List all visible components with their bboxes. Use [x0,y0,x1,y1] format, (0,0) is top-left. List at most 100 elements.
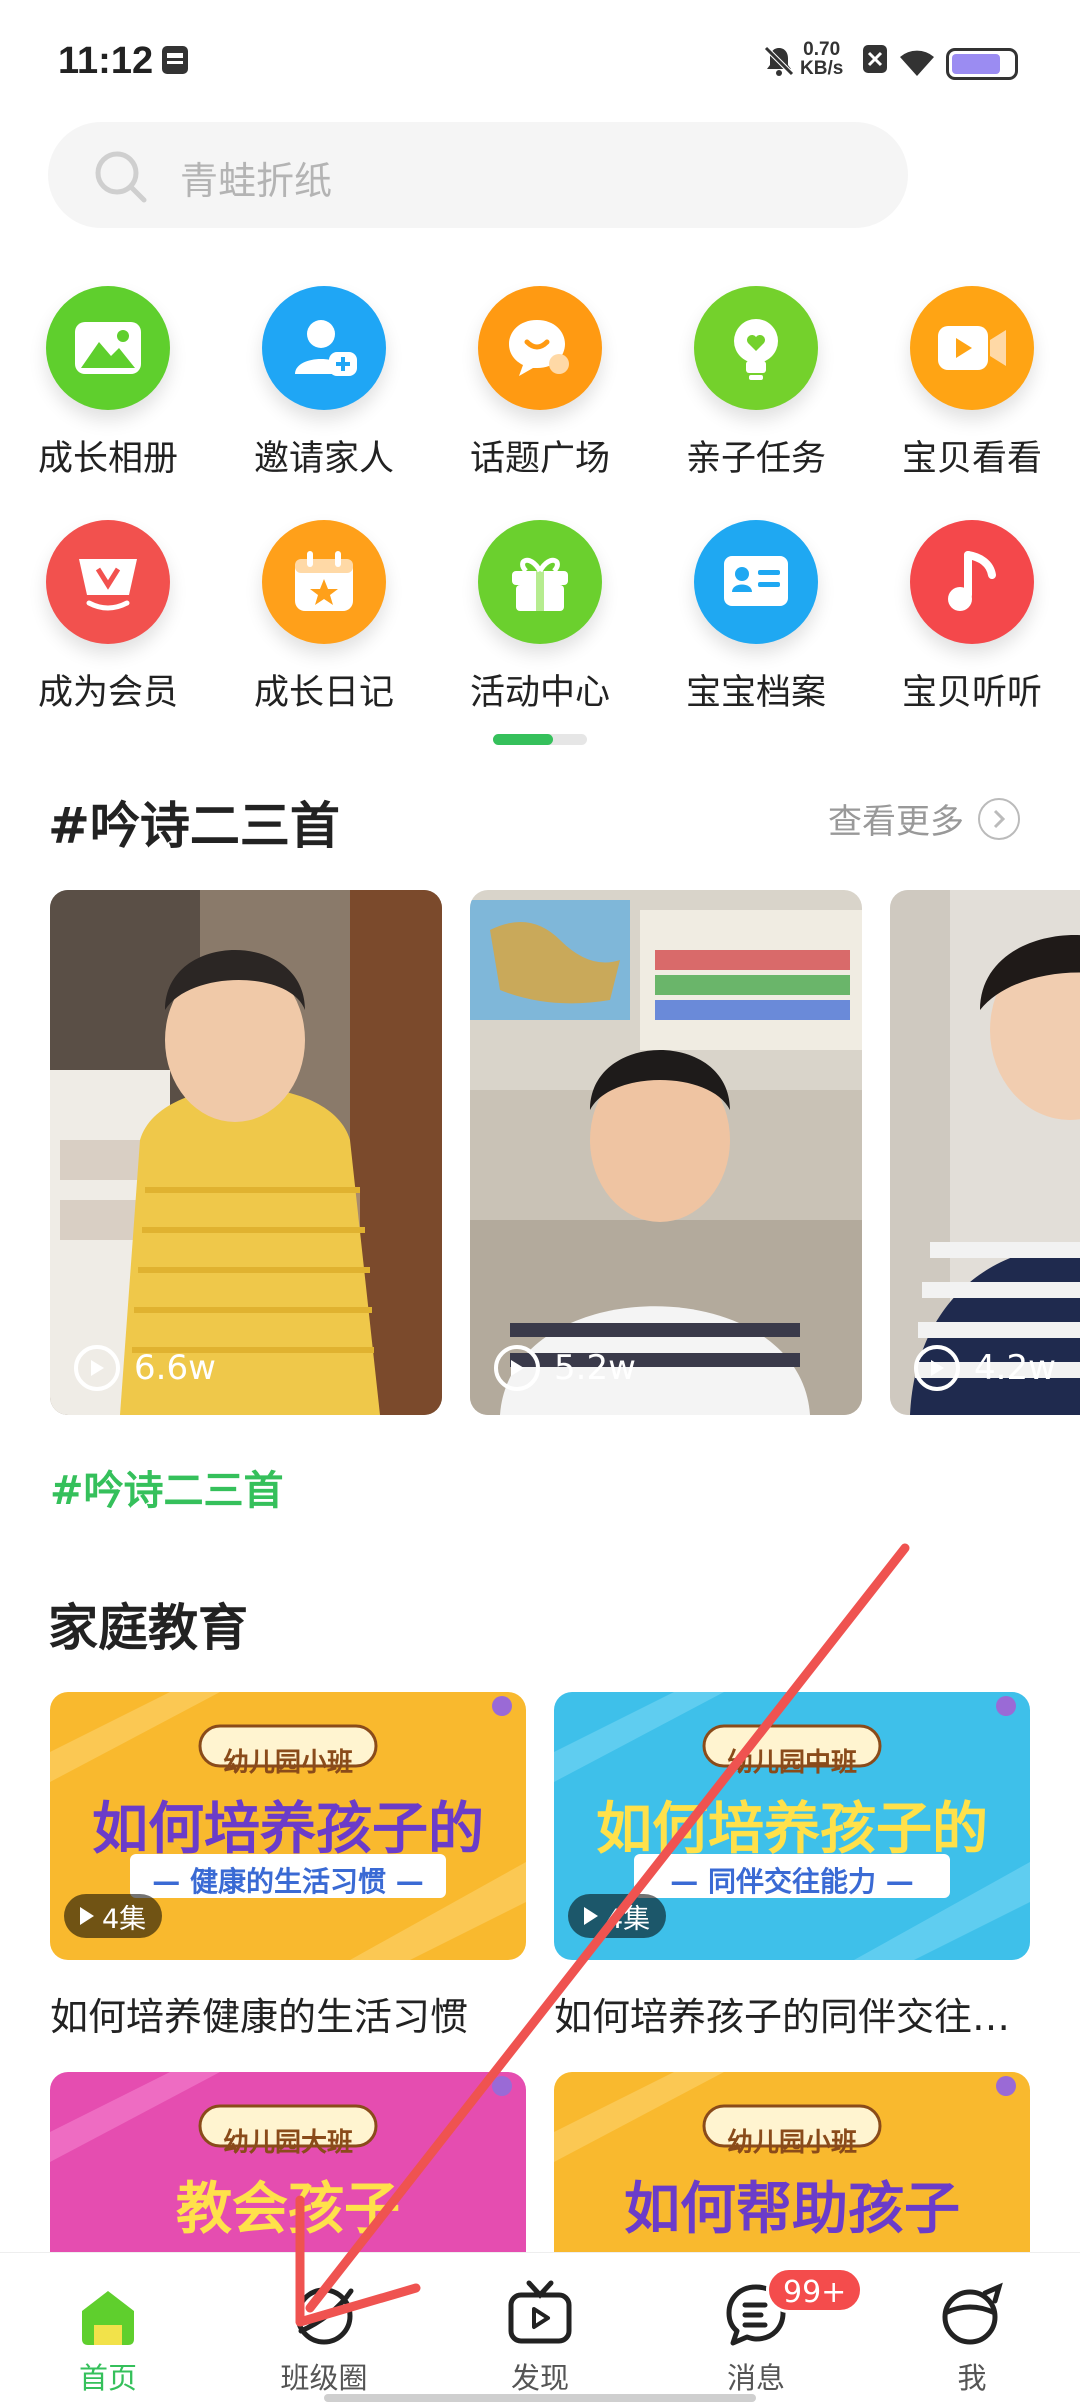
tab-class-circle[interactable]: 班级圈 [244,2273,404,2397]
play-count: 6.6w [74,1345,216,1391]
play-icon [914,1345,960,1391]
search-placeholder: 青蛙折纸 [180,159,333,203]
unread-badge: 99+ [766,2267,864,2313]
course-headline: 如何培养孩子的 [596,1797,988,1862]
tab-me[interactable]: 我 [892,2273,1052,2397]
nav-label: 班级圈 [280,2361,368,2395]
grid-label: 宝贝听听 [901,673,1042,713]
gift-icon [478,520,602,644]
grid-item-growth-diary[interactable]: 成长日记 [234,520,414,715]
grid-item-baby-listen[interactable]: 宝贝听听 [882,520,1062,715]
album-icon [46,286,170,410]
course-headline: 如何培养孩子的 [92,1797,484,1862]
grid-item-topic-square[interactable]: 话题广场 [450,286,630,481]
status-bar: 11:12 0.70 KB/s [0,0,1080,120]
network-speed: 0.70 KB/s [800,40,843,78]
episode-badge: 4集 [568,1894,667,1938]
battery-fill [952,54,1000,74]
calendar-diary-icon [262,520,386,644]
play-icon [584,1907,598,1925]
course-level-banner: 幼儿园小班 [726,2128,857,2158]
topic-hashtag-link[interactable]: #吟诗二三首 [50,1458,284,1516]
network-speed-unit: KB/s [800,58,844,79]
view-count: 5.2w [554,1348,636,1388]
course-card[interactable]: 幼儿园小班 如何培养孩子的 — 健康的生活习惯 — 4集 如何培养健康的生活习惯 [50,1692,526,2041]
home-icon [28,2273,188,2349]
chevron-right-icon [978,797,1020,840]
battery-indicator [946,48,1018,80]
play-count: 5.2w [494,1345,636,1391]
music-note-icon [910,520,1034,644]
page-indicator-active [493,734,553,745]
course-level-banner: 幼儿园大班 [222,2128,353,2158]
tab-home[interactable]: 首页 [28,2273,188,2397]
video-card[interactable]: 5.2w [470,890,862,1415]
class-circle-icon [244,2273,404,2349]
grid-item-baby-watch[interactable]: 宝贝看看 [882,286,1062,481]
video-card[interactable]: 6.6w [50,890,442,1415]
topic-chat-icon [478,286,602,410]
grid-item-activity-center[interactable]: 活动中心 [450,520,630,715]
course-title: 如何培养孩子的同伴交往能力 [554,1995,1030,2039]
vip-crown-icon [46,520,170,644]
video-card[interactable]: 4.2w [890,890,1080,1415]
grid-label: 亲子任务 [685,439,826,479]
course-headline: 教会孩子 [176,2177,400,2242]
tv-discover-icon [460,2273,620,2349]
nav-label: 发现 [510,2361,569,2395]
grid-item-become-member[interactable]: 成为会员 [18,520,198,715]
episode-badge: 4集 [64,1894,163,1938]
close-box-icon [862,44,888,78]
course-headline: 如何帮助孩子 [624,2177,960,2242]
video-thumbnail [890,890,1080,1415]
grid-label: 成长相册 [37,439,178,479]
nav-label: 首页 [78,2361,137,2395]
nav-label: 消息 [726,2361,785,2395]
grid-item-parent-child-task[interactable]: 亲子任务 [666,286,846,481]
episode-count: 4集 [606,1903,651,1935]
play-icon [80,1907,94,1925]
network-speed-value: 0.70 [803,39,841,60]
grid-page-indicator [493,734,587,745]
grid-item-baby-profile[interactable]: 宝宝档案 [666,520,846,715]
notification-app-icon [160,44,190,80]
grid-label: 宝贝看看 [901,439,1042,479]
video-thumbnail [470,890,862,1415]
grid-item-invite-family[interactable]: 邀请家人 [234,286,414,481]
video-camera-icon [910,286,1034,410]
grid-label: 话题广场 [469,439,610,479]
video-thumbnail [50,890,442,1415]
home-indicator [324,2394,756,2402]
grid-label: 邀请家人 [253,439,394,479]
play-icon [494,1345,540,1391]
course-level-banner: 幼儿园小班 [222,1748,353,1778]
course-card[interactable]: 幼儿园中班 如何培养孩子的 — 同伴交往能力 — 4集 如何培养孩子的同伴交往能… [554,1692,1030,2041]
see-more-label: 查看更多 [828,802,964,842]
bulb-task-icon [694,286,818,410]
course-thumbnail: 幼儿园小班 如何培养孩子的 — 健康的生活习惯 — 4集 [50,1692,526,1960]
grid-item-growth-album[interactable]: 成长相册 [18,286,198,481]
profile-card-icon [694,520,818,644]
course-thumbnail: 幼儿园中班 如何培养孩子的 — 同伴交往能力 — 4集 [554,1692,1030,1960]
nav-label: 我 [957,2361,987,2395]
grid-label: 成长日记 [253,673,394,713]
view-count: 6.6w [134,1348,216,1388]
view-count: 4.2w [974,1348,1056,1388]
invite-family-icon [262,286,386,410]
tab-discover[interactable]: 发现 [460,2273,620,2397]
mute-bell-icon [762,44,796,82]
profile-icon [892,2273,1052,2349]
section-title-family-education: 家庭教育 [48,1599,248,1657]
video-carousel[interactable]: 6.6w 5.2w 4.2w [0,890,1080,1415]
grid-label: 活动中心 [469,673,610,713]
search-icon [92,148,150,210]
course-title: 如何培养健康的生活习惯 [50,1995,469,2039]
search-bar[interactable]: 青蛙折纸 [48,122,908,228]
see-more-link[interactable]: 查看更多 [828,794,1020,843]
tab-messages[interactable]: 消息 99+ [676,2267,864,2397]
bottom-navigation: 首页 班级圈 发现 消息 99+ 我 [0,2252,1080,2408]
wifi-icon [898,46,936,82]
course-level-banner: 幼儿园中班 [726,1748,857,1778]
grid-label: 成为会员 [37,673,178,713]
play-icon [74,1345,120,1391]
